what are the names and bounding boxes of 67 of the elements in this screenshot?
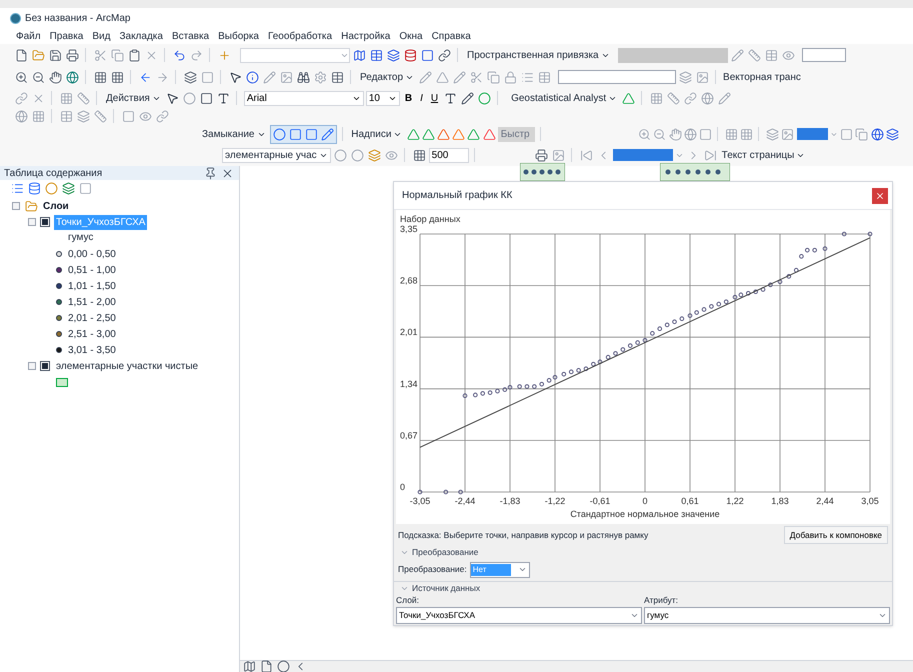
panel-title: Таблица содержания xyxy=(4,166,102,180)
field-label: Слой: xyxy=(396,594,420,607)
x-tick-label: 2,44 xyxy=(816,496,834,506)
section-title: Преобразование xyxy=(412,546,478,558)
menu-item[interactable]: Файл xyxy=(16,28,41,44)
geostatistical-menu[interactable]: Geostatistical Analyst xyxy=(509,90,620,106)
legend-label: 2,01 - 2,50 xyxy=(68,312,116,326)
legend-label: 1,01 - 1,50 xyxy=(68,280,116,294)
menu-item[interactable]: Настройка xyxy=(341,28,390,44)
attribute-dropdown[interactable]: гумус xyxy=(644,606,890,624)
snapping-menu[interactable]: Замыкание xyxy=(200,126,268,142)
x-tick-label: -1,22 xyxy=(544,496,566,506)
x-tick-label: 3,05 xyxy=(861,496,879,506)
menu-item[interactable]: Правка xyxy=(50,28,84,44)
y-tick-label: 0,67 xyxy=(400,430,418,440)
bold-button[interactable]: B xyxy=(402,90,416,106)
y-tick-label: 1,34 xyxy=(400,378,418,389)
legend-label: 1,51 - 2,00 xyxy=(68,296,116,310)
legend-label: 3,01 - 3,50 xyxy=(68,344,116,358)
x-tick-label: 1,83 xyxy=(771,496,789,506)
italic-button[interactable]: I xyxy=(417,90,426,106)
font-size-field[interactable]: 10 xyxy=(366,90,400,106)
layer-group-label[interactable]: Слои xyxy=(43,198,69,214)
quick-field: Быстр xyxy=(498,126,536,142)
window-title: Без названия - ArcMap xyxy=(25,12,130,26)
add-to-layout-button[interactable]: Добавить к компоновке xyxy=(784,526,888,544)
x-tick-label: -1,83 xyxy=(500,496,520,506)
toolbar-title: Векторная транс xyxy=(723,70,801,84)
page-text-menu[interactable]: Текст страницы xyxy=(720,148,808,162)
field-label: Преобразование: xyxy=(398,563,467,576)
scale-input[interactable]: 500 xyxy=(428,148,469,162)
menu-item[interactable]: Вставка xyxy=(172,28,210,44)
legend-label: 2,51 - 3,00 xyxy=(68,328,116,342)
x-tick-label: 1,22 xyxy=(726,496,744,506)
y-axis-label: Набор данных xyxy=(400,214,460,224)
layer-name[interactable]: элементарные участки чистые xyxy=(54,358,200,374)
field-label: Атрибут: xyxy=(644,594,680,607)
layer-dropdown[interactable]: элементарные учас xyxy=(222,148,331,162)
y-tick-label: 2,01 xyxy=(400,327,418,338)
y-tick-label: 3,35 xyxy=(400,224,418,234)
hint-text: Подсказка: Выберите точки, направив курсор и растянув рамку xyxy=(398,528,648,542)
underline-button[interactable]: U xyxy=(428,90,442,106)
menu-item[interactable]: Закладка xyxy=(119,28,163,44)
legend-field: гумус xyxy=(0,230,239,246)
labeling-menu[interactable]: Надписи xyxy=(349,126,404,142)
legend-label: 0,51 - 1,00 xyxy=(68,264,116,278)
editor-menu[interactable]: Редактор xyxy=(358,70,416,84)
menu-item[interactable]: Вид xyxy=(92,28,110,44)
layer-dropdown[interactable]: Точки_УчхозБГСХА xyxy=(396,606,642,624)
dialog-title: Нормальный график КК xyxy=(402,189,512,203)
x-tick-label: -2,44 xyxy=(454,496,476,506)
font-field[interactable]: Arial xyxy=(244,90,364,106)
menu-item[interactable]: Выборка xyxy=(218,28,259,44)
menu-item[interactable]: Справка xyxy=(432,28,471,44)
georeferencing-menu[interactable]: Пространственная привязка xyxy=(465,48,612,62)
legend-label: 0,00 - 0,50 xyxy=(68,248,116,262)
x-tick-label: -0,61 xyxy=(590,496,610,506)
y-tick-label: 2,68 xyxy=(400,276,418,286)
x-tick-label: 0,61 xyxy=(681,496,699,506)
menu-item[interactable]: Геообработка xyxy=(268,28,332,44)
menu-item[interactable]: Окна xyxy=(399,28,423,44)
section-title: Источник данных xyxy=(412,582,480,594)
x-axis-label: Стандартное нормальное значение xyxy=(570,509,720,519)
drawing-menu[interactable]: Действия xyxy=(104,90,163,106)
x-tick-label: -3,05 xyxy=(410,496,430,506)
x-tick-label: 0 xyxy=(642,496,648,506)
y-tick-label: 0 xyxy=(400,482,406,492)
